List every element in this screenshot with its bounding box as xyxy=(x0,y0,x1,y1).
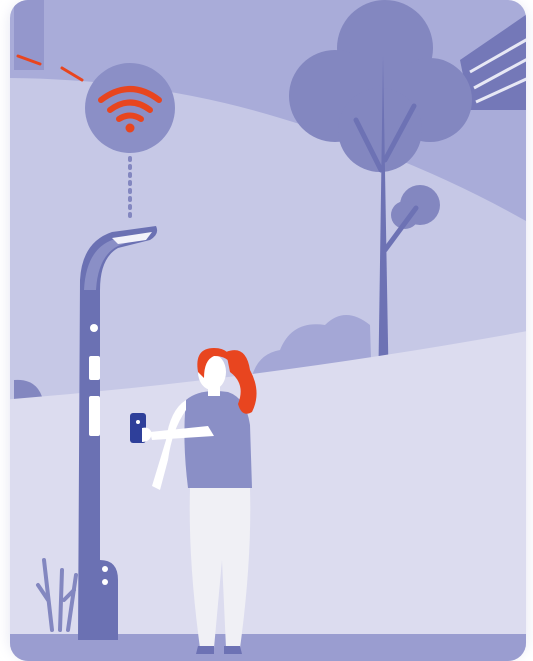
pole-port-2 xyxy=(102,579,108,585)
wifi-bubble xyxy=(85,63,175,153)
pole-panel-bottom xyxy=(89,396,100,436)
pole-panel-top xyxy=(89,356,100,380)
pole-sensor xyxy=(90,324,98,332)
smart-pole-illustration xyxy=(10,0,526,661)
pole-port-1 xyxy=(102,566,108,572)
